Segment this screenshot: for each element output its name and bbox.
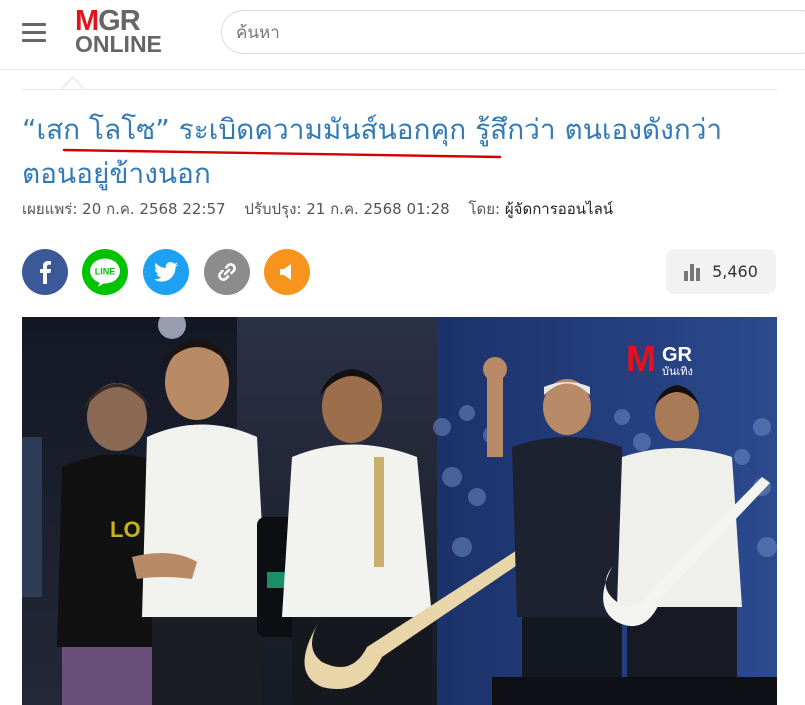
line-share-button[interactable]: LINE <box>82 249 128 295</box>
section-pointer <box>62 76 84 90</box>
facebook-share-button[interactable] <box>22 249 68 295</box>
svg-text:LO: LO <box>110 517 141 542</box>
mgr-online-logo[interactable]: MGR ONLINE <box>75 6 175 56</box>
link-icon <box>218 263 236 281</box>
twitter-share-button[interactable] <box>143 249 189 295</box>
megaphone-icon <box>280 264 291 280</box>
published-label: เผยแพร่: <box>22 200 78 218</box>
published-date: 20 ก.ค. 2568 22:57 <box>82 200 226 218</box>
facebook-icon <box>40 261 51 284</box>
by-label: โดย: <box>468 200 501 218</box>
article-photo[interactable]: LO M GR บันเทิง <box>22 317 777 705</box>
copy-link-button[interactable] <box>204 249 250 295</box>
red-underline-mark <box>62 148 502 159</box>
text-to-speech-button[interactable] <box>264 249 310 295</box>
logo-online: ONLINE <box>75 31 162 57</box>
concert-photo-illustration: LO M GR บันเทิง <box>22 317 777 705</box>
twitter-icon <box>154 262 178 282</box>
svg-text:GR: GR <box>662 344 693 366</box>
updated-date: 21 ก.ค. 2568 01:28 <box>306 200 450 218</box>
site-header: MGR ONLINE <box>0 0 805 70</box>
svg-text:บันเทิง: บันเทิง <box>662 365 693 378</box>
svg-text:LINE: LINE <box>95 267 116 277</box>
article-meta: เผยแพร่: 20 ก.ค. 2568 22:57 ปรับปรุง: 21… <box>22 197 782 221</box>
divider <box>22 89 777 90</box>
line-icon: LINE <box>90 258 120 287</box>
svg-text:M: M <box>626 338 656 379</box>
view-count: 5,460 <box>712 262 758 281</box>
search-box[interactable] <box>221 10 805 54</box>
view-count-badge: 5,460 <box>666 249 776 294</box>
updated-label: ปรับปรุง: <box>244 200 302 218</box>
search-input[interactable] <box>236 21 796 45</box>
author-name[interactable]: ผู้จัดการออนไลน์ <box>505 200 613 218</box>
bar-chart-icon <box>684 263 701 281</box>
hamburger-menu-icon[interactable] <box>22 23 46 43</box>
